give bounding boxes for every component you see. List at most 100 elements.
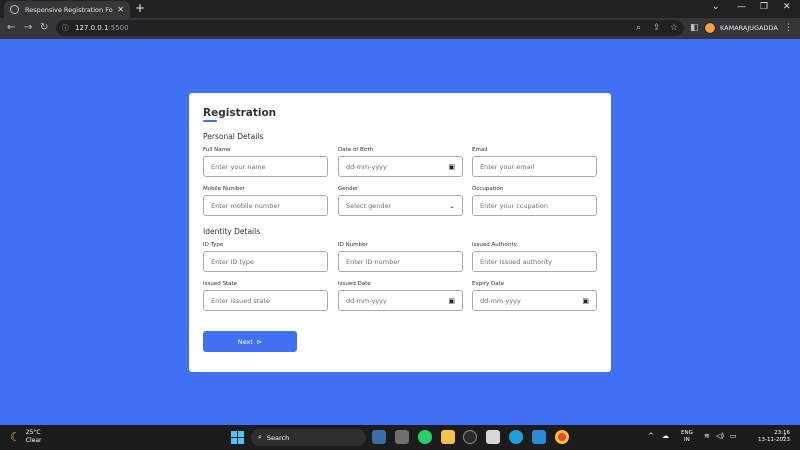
- issued-date-field: Issued Date dd-mm-yyyy ▣: [338, 281, 463, 311]
- language-indicator[interactable]: ENG IN: [681, 430, 693, 444]
- side-panel-icon[interactable]: ◧: [690, 22, 699, 34]
- issued-state-input[interactable]: Enter issued state: [203, 290, 328, 311]
- browser-tab[interactable]: Responsive Registration Form ✕: [4, 1, 130, 18]
- issued-authority-input[interactable]: Enter issued authority: [472, 251, 597, 272]
- tab-search-icon[interactable]: ⌄: [712, 2, 720, 12]
- vscode-icon[interactable]: [532, 430, 546, 444]
- mobile-input[interactable]: Enter mobile number: [203, 195, 328, 216]
- dob-field: Date of Birth dd-mm-yyyy ▣: [338, 147, 463, 177]
- registration-card: Registration Personal Details Full Name …: [189, 93, 611, 372]
- profile-button[interactable]: KAMARAJUGADDA: [704, 20, 778, 36]
- expiry-date-field: Expiry Date dd-mm-yyyy ▣: [472, 281, 597, 311]
- issued-state-label: Issued State: [203, 281, 238, 287]
- url-port: :5500: [108, 24, 129, 32]
- identity-details-heading: Identity Details: [203, 227, 261, 236]
- forward-icon[interactable]: →: [24, 22, 32, 34]
- title-underline: [203, 120, 217, 122]
- calendar-icon[interactable]: ▣: [582, 297, 589, 305]
- arrow-right-icon: ⊳: [256, 337, 263, 346]
- search-label: Search: [266, 433, 290, 442]
- weather-temp: 25°C: [25, 429, 41, 436]
- email-input[interactable]: Enter your email: [472, 156, 597, 177]
- browser-tab-strip: Responsive Registration Form ✕ + ⌄ — ❐ ✕: [0, 0, 800, 18]
- menu-kebab-icon[interactable]: ⋮: [784, 22, 793, 34]
- url-host: 127.0.0.1: [75, 24, 109, 32]
- id-number-field: ID Number Enter ID number: [338, 242, 463, 272]
- notification-bell-icon[interactable]: ♪: [782, 432, 786, 440]
- gender-label: Gender: [338, 186, 359, 192]
- expiry-date-label: Expiry Date: [472, 281, 505, 287]
- issued-date-label: Issued Date: [338, 281, 371, 287]
- minimize-icon[interactable]: —: [737, 2, 746, 12]
- maximize-icon[interactable]: ❐: [760, 2, 768, 12]
- weather-condition: Clear: [25, 437, 42, 444]
- zoom-icon[interactable]: ⌕: [636, 22, 641, 34]
- taskbar: ☾ 25°C Clear ⌕ Search ^ ☁ ENG IN ≋ ◁) ▭ …: [0, 425, 800, 450]
- moon-icon: ☾: [10, 430, 21, 444]
- close-window-icon[interactable]: ✕: [783, 2, 791, 12]
- id-type-field: ID Type Enter ID type: [203, 242, 328, 272]
- volume-icon[interactable]: ◁): [716, 432, 724, 440]
- colorful-app-icon[interactable]: [372, 430, 386, 444]
- issued-authority-field: Issued Authority Enter issued authority: [472, 242, 597, 272]
- taskbar-search[interactable]: ⌕ Search: [251, 429, 366, 446]
- search-icon: ⌕: [258, 433, 262, 441]
- address-bar[interactable]: ⓘ 127.0.0.1 :5500: [56, 20, 684, 36]
- weather-widget[interactable]: ☾ 25°C Clear: [10, 429, 41, 445]
- cloud-icon[interactable]: ☁: [662, 432, 669, 440]
- form-title: Registration: [203, 107, 277, 119]
- calendar-icon[interactable]: ▣: [448, 163, 455, 171]
- close-tab-icon[interactable]: ✕: [117, 5, 124, 14]
- tab-title: Responsive Registration Form: [25, 5, 114, 14]
- full-name-label: Full Name: [203, 147, 231, 153]
- chevron-up-icon[interactable]: ^: [648, 432, 654, 440]
- full-name-field: Full Name Enter your name: [203, 147, 328, 177]
- id-type-input[interactable]: Enter ID type: [203, 251, 328, 272]
- id-type-label: ID Type: [203, 242, 224, 248]
- email-label: Email: [472, 147, 488, 153]
- info-icon[interactable]: ⓘ: [62, 23, 69, 33]
- personal-details-heading: Personal Details: [203, 132, 264, 141]
- task-view-icon[interactable]: [395, 430, 409, 444]
- bookmark-star-icon[interactable]: ☆: [670, 22, 678, 34]
- email-field: Email Enter your email: [472, 147, 597, 177]
- share-icon[interactable]: ⇪: [653, 22, 661, 34]
- gender-select[interactable]: Select gender ⌄: [338, 195, 463, 216]
- occupation-input[interactable]: Enter your ccupation: [472, 195, 597, 216]
- back-icon[interactable]: ←: [7, 22, 15, 34]
- globe-icon: [10, 5, 19, 14]
- reload-icon[interactable]: ↻: [40, 22, 48, 34]
- gender-field: Gender Select gender ⌄: [338, 186, 463, 216]
- next-button[interactable]: Next ⊳: [203, 331, 297, 352]
- avatar: [704, 22, 716, 34]
- mobile-field: Mobile Number Enter mobile number: [203, 186, 328, 216]
- dob-label: Date of Birth: [338, 147, 374, 153]
- edge-icon[interactable]: [509, 430, 523, 444]
- windows-start-icon[interactable]: [231, 431, 244, 444]
- mobile-label: Mobile Number: [203, 186, 245, 192]
- dell-icon[interactable]: [463, 430, 477, 444]
- profile-name: KAMARAJUGADDA: [720, 24, 778, 32]
- dob-input[interactable]: dd-mm-yyyy ▣: [338, 156, 463, 177]
- issued-state-field: Issued State Enter issued state: [203, 281, 328, 311]
- expiry-date-input[interactable]: dd-mm-yyyy ▣: [472, 290, 597, 311]
- occupation-label: Occupation: [472, 186, 504, 192]
- wifi-icon[interactable]: ≋: [704, 432, 710, 440]
- id-number-input[interactable]: Enter ID number: [338, 251, 463, 272]
- chrome-icon[interactable]: [555, 430, 569, 444]
- browser-toolbar: ← → ↻ ⓘ 127.0.0.1 :5500 ⌕ ⇪ ☆ ◧ KAMARAJU…: [0, 18, 800, 39]
- file-explorer-icon[interactable]: [441, 430, 455, 444]
- whatsapp-icon[interactable]: [418, 430, 432, 444]
- page-background: Registration Personal Details Full Name …: [0, 39, 800, 425]
- occupation-field: Occupation Enter your ccupation: [472, 186, 597, 216]
- id-number-label: ID Number: [338, 242, 368, 248]
- store-icon[interactable]: [486, 430, 500, 444]
- battery-icon[interactable]: ▭: [730, 432, 737, 440]
- issued-authority-label: Issued Authority: [472, 242, 517, 248]
- chevron-down-icon: ⌄: [449, 201, 455, 210]
- full-name-input[interactable]: Enter your name: [203, 156, 328, 177]
- calendar-icon[interactable]: ▣: [448, 297, 455, 305]
- next-label: Next: [237, 337, 253, 346]
- issued-date-input[interactable]: dd-mm-yyyy ▣: [338, 290, 463, 311]
- new-tab-button[interactable]: +: [135, 2, 145, 14]
